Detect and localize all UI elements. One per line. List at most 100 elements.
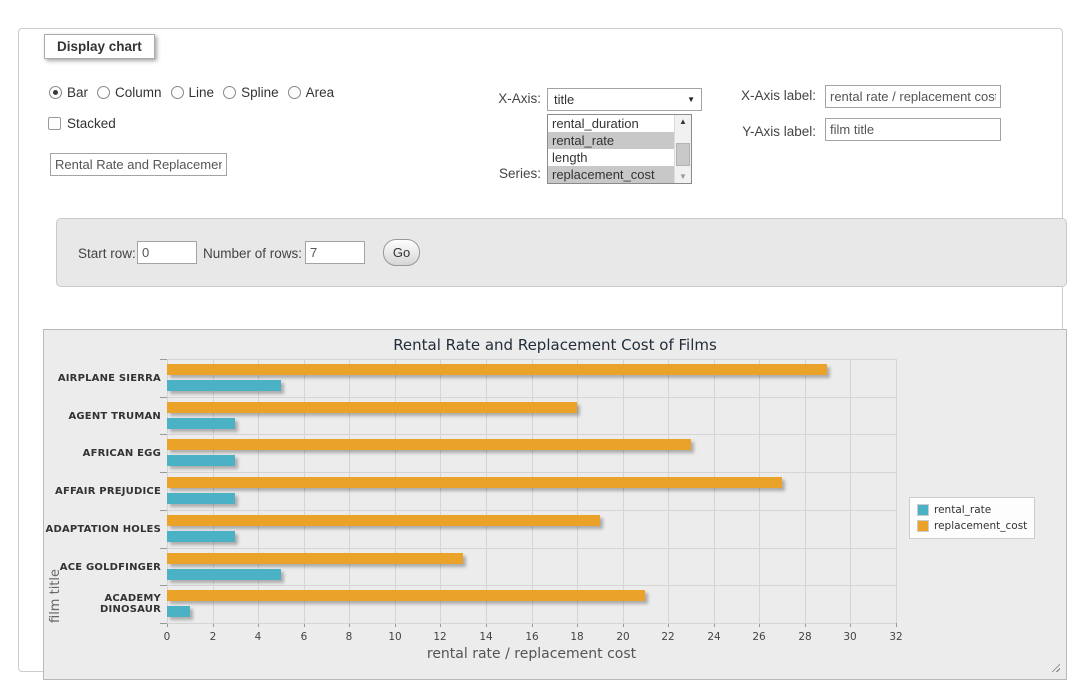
category-label: ACE GOLDFINGER [44, 548, 161, 586]
bar-segment [167, 493, 235, 504]
x-tick-label: 26 [744, 631, 774, 643]
scrollbar-thumb[interactable] [676, 143, 690, 166]
x-tick-label: 12 [425, 631, 455, 643]
bar-segment [167, 569, 281, 580]
gridline [850, 359, 851, 623]
y-axis-tick [160, 434, 167, 435]
x-tick-label: 10 [380, 631, 410, 643]
gridline [167, 359, 896, 360]
gridline [349, 359, 350, 623]
fieldset-title: Display chart [44, 34, 155, 59]
row-range-panel: Start row: Number of rows: Go [56, 218, 1067, 287]
chart-legend: rental_rate replacement_cost [909, 497, 1035, 539]
gridline [805, 359, 806, 623]
legend-label: rental_rate [934, 504, 991, 516]
gridline [395, 359, 396, 623]
radio-icon [288, 86, 301, 99]
bar-segment [167, 590, 645, 601]
gridline [167, 548, 896, 549]
num-rows-label: Number of rows: [203, 246, 302, 261]
radio-label: Area [306, 85, 335, 100]
y-axis-tick [160, 510, 167, 511]
y-axis-tick [160, 359, 167, 360]
radio-label: Line [189, 85, 215, 100]
y-axis-label-label: Y-Axis label: [669, 124, 816, 139]
x-tick-label: 0 [152, 631, 182, 643]
x-tick-label: 4 [243, 631, 273, 643]
y-axis-tick [160, 472, 167, 473]
bar-segment [167, 439, 691, 450]
radio-icon [171, 86, 184, 99]
scroll-down-icon[interactable]: ▼ [675, 170, 691, 183]
gridline [167, 359, 168, 623]
y-axis-label-input[interactable] [825, 118, 1001, 141]
chart-container: Rental Rate and Replacement Cost of Film… [43, 329, 1067, 680]
go-button[interactable]: Go [383, 239, 420, 266]
bar-segment [167, 477, 782, 488]
x-axis-selected-value: title [554, 92, 574, 107]
chart-type-radio-column[interactable]: Column [97, 85, 162, 100]
chart-type-radio-line[interactable]: Line [171, 85, 215, 100]
chart-type-radio-bar[interactable]: Bar [49, 85, 88, 100]
x-tick-label: 6 [289, 631, 319, 643]
legend-item: replacement_cost [917, 518, 1027, 534]
x-tick-label: 8 [334, 631, 364, 643]
series-option[interactable]: replacement_cost [548, 166, 674, 183]
series-option[interactable]: rental_rate [548, 132, 674, 149]
x-tick-label: 22 [653, 631, 683, 643]
gridline [623, 359, 624, 623]
bar-segment [167, 418, 235, 429]
gridline [258, 359, 259, 623]
gridline [668, 359, 669, 623]
radio-icon [49, 86, 62, 99]
resize-handle-icon[interactable] [1049, 661, 1060, 672]
x-axis-tick [896, 623, 897, 627]
x-tick-label: 24 [699, 631, 729, 643]
chart-type-radio-area[interactable]: Area [288, 85, 335, 100]
display-chart-fieldset: Display chart Bar Column Line Spline Area St… [18, 28, 1063, 672]
gridline [532, 359, 533, 623]
gridline [167, 623, 896, 624]
x-axis-select-label: X-Axis: [419, 91, 541, 106]
x-tick-label: 14 [471, 631, 501, 643]
legend-label: replacement_cost [934, 520, 1027, 532]
start-row-input[interactable] [137, 241, 197, 264]
x-axis-label-input[interactable] [825, 85, 1001, 108]
chart-title-input[interactable] [50, 153, 227, 176]
gridline [759, 359, 760, 623]
gridline [213, 359, 214, 623]
gridline [486, 359, 487, 623]
gridline [577, 359, 578, 623]
series-option[interactable]: rental_duration [548, 115, 674, 132]
y-axis-tick [160, 548, 167, 549]
x-tick-label: 28 [790, 631, 820, 643]
chart-title: Rental Rate and Replacement Cost of Film… [44, 336, 1066, 354]
stacked-checkbox[interactable]: Stacked [48, 116, 116, 131]
x-tick-label: 18 [562, 631, 592, 643]
bar-segment [167, 364, 827, 375]
series-option[interactable]: length [548, 149, 674, 166]
checkbox-icon [48, 117, 61, 130]
num-rows-input[interactable] [305, 241, 365, 264]
gridline [167, 510, 896, 511]
category-label: ACADEMY DINOSAUR [44, 585, 161, 623]
x-tick-label: 16 [517, 631, 547, 643]
gridline [167, 585, 896, 586]
bar-segment [167, 531, 235, 542]
series-listbox-label: Series: [419, 166, 541, 181]
legend-item: rental_rate [917, 502, 1027, 518]
bar-segment [167, 606, 190, 617]
x-tick-label: 2 [198, 631, 228, 643]
bar-segment [167, 402, 577, 413]
x-tick-label: 20 [608, 631, 638, 643]
bar-segment [167, 455, 235, 466]
chart-type-radio-spline[interactable]: Spline [223, 85, 279, 100]
x-tick-label: 32 [881, 631, 911, 643]
bar-segment [167, 380, 281, 391]
radio-label: Bar [67, 85, 88, 100]
chart-canvas: Rental Rate and Replacement Cost of Film… [44, 330, 1066, 679]
radio-label: Spline [241, 85, 279, 100]
gridline [167, 397, 896, 398]
gridline [896, 359, 897, 623]
x-tick-label: 30 [835, 631, 865, 643]
